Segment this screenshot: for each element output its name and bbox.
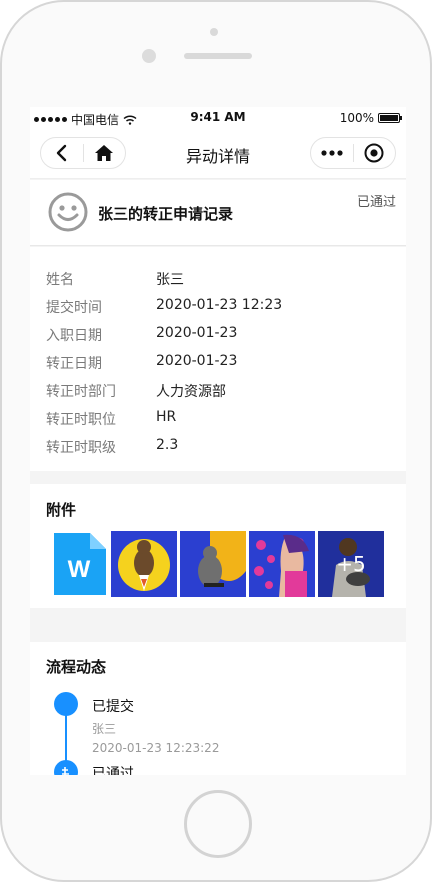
- target-icon: [364, 143, 384, 163]
- smiley-face-icon: [48, 192, 88, 232]
- more-count-label: +5: [318, 531, 384, 597]
- info-label: 转正时部门: [46, 384, 116, 400]
- process-section: 流程动态 已提交 张三 2020-01-23 12:23:22 已通过: [30, 642, 406, 775]
- info-row-name: 姓名 张三: [46, 269, 184, 289]
- more-button[interactable]: [311, 138, 353, 168]
- phone-frame: 中国电信 9:41 AM 100% 异动详情 张三的转正申请记录 已通过 姓名 …: [0, 0, 432, 882]
- battery-icon: [378, 113, 402, 123]
- attachment-image-3[interactable]: [249, 531, 315, 597]
- attachment-more[interactable]: +5: [318, 531, 384, 597]
- battery-label: 100%: [339, 111, 374, 125]
- info-label: 转正日期: [46, 356, 102, 372]
- attachments-section: 附件 W +5: [30, 484, 406, 608]
- attachment-thumbnails: W +5: [50, 531, 384, 597]
- info-row-position: 转正时职位 HR: [46, 409, 176, 429]
- info-row-submit-time: 提交时间 2020-01-23 12:23: [46, 297, 282, 317]
- step-time: 2020-01-23 12:23:22: [92, 741, 220, 755]
- step-submitted-dot: [54, 692, 78, 716]
- info-value: HR: [156, 409, 177, 425]
- status-badge: 已通过: [356, 195, 396, 210]
- process-title: 流程动态: [46, 658, 107, 676]
- front-sensor: [142, 49, 156, 63]
- illustration-2: [180, 531, 246, 597]
- info-label: 转正时职位: [46, 412, 116, 428]
- status-right: 100%: [339, 111, 402, 125]
- info-value: 张三: [156, 272, 184, 288]
- illustration-1: [111, 531, 177, 597]
- attachment-word-doc[interactable]: W: [50, 531, 108, 597]
- step-title: 已通过: [92, 766, 134, 775]
- info-value: 2020-01-23: [156, 353, 238, 369]
- record-header: 张三的转正申请记录 已通过: [30, 180, 406, 246]
- info-label: 提交时间: [46, 300, 102, 316]
- more-dots-icon: [321, 150, 343, 156]
- camera: [210, 28, 218, 36]
- illustration-3: [249, 531, 315, 597]
- step-approved-dot: [54, 760, 78, 775]
- info-label: 姓名: [46, 272, 74, 288]
- attachments-title: 附件: [46, 501, 77, 519]
- info-value: 2020-01-23 12:23: [156, 297, 283, 313]
- info-value: 2.3: [156, 437, 179, 453]
- info-label: 转正时职级: [46, 440, 116, 456]
- screen: 中国电信 9:41 AM 100% 异动详情 张三的转正申请记录 已通过 姓名 …: [30, 107, 406, 775]
- step-title: 已提交: [92, 699, 134, 715]
- info-row-join-date: 入职日期 2020-01-23: [46, 325, 237, 345]
- info-value: 人力资源部: [156, 384, 226, 400]
- home-button[interactable]: [184, 790, 252, 858]
- info-label: 入职日期: [46, 328, 102, 344]
- status-bar: 中国电信 9:41 AM 100%: [30, 107, 406, 129]
- nav-right-capsule: [310, 137, 396, 169]
- info-row-department: 转正时部门 人力资源部: [46, 381, 226, 401]
- info-value: 2020-01-23: [156, 325, 238, 341]
- info-row-level: 转正时职级 2.3: [46, 437, 178, 457]
- info-list: 姓名 张三 提交时间 2020-01-23 12:23 入职日期 2020-01…: [30, 247, 406, 471]
- doc-letter: W: [68, 556, 91, 583]
- close-miniapp-button[interactable]: [354, 138, 396, 168]
- record-title: 张三的转正申请记录: [98, 205, 234, 223]
- step-person: 张三: [92, 722, 117, 736]
- word-document-icon: W: [54, 533, 106, 595]
- speaker: [184, 53, 252, 59]
- info-row-regular-date: 转正日期 2020-01-23: [46, 353, 237, 373]
- attachment-image-2[interactable]: [180, 531, 246, 597]
- attachment-image-1[interactable]: [111, 531, 177, 597]
- approved-icon: [62, 767, 69, 775]
- nav-bar: 异动详情: [30, 129, 406, 179]
